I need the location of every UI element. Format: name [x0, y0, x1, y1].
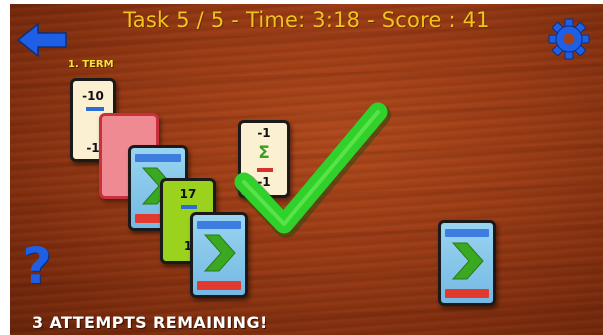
hud-status: Task 5 / 5 - Time: 3:18 - Score : 41: [10, 8, 603, 32]
card-top-value: 17: [179, 187, 197, 201]
card-band-top: [445, 229, 489, 237]
card-blue-bar: [181, 205, 197, 209]
back-button[interactable]: [16, 22, 68, 58]
card-band-bottom: [197, 281, 241, 290]
hud-separator: -: [224, 8, 246, 32]
face-down-card[interactable]: [190, 212, 248, 298]
card-band-top: [197, 221, 241, 229]
card-band-bottom: [445, 289, 489, 298]
face-down-card[interactable]: [438, 220, 496, 306]
attempts-remaining: 3 ATTEMPTS REMAINING!: [32, 313, 268, 332]
card-red-bar: [257, 168, 273, 172]
back-arrow-icon: [16, 22, 67, 58]
card-bottom-value: -1: [257, 175, 271, 189]
target-card[interactable]: -1 Σ -1: [238, 120, 290, 198]
card-blue-bar: [86, 107, 104, 111]
timer: Time: 3:18: [245, 8, 361, 32]
game-screen: Task 5 / 5 - Time: 3:18 - Score : 41 1. …: [0, 0, 603, 335]
sigma-symbol: Σ: [258, 143, 270, 163]
task-counter: Task 5 / 5: [123, 8, 225, 32]
gear-icon: [548, 18, 590, 60]
chevron-icon: [203, 234, 236, 272]
score: Score : 41: [381, 8, 490, 32]
settings-button[interactable]: [548, 18, 590, 60]
card-top-value: -1: [257, 126, 271, 140]
game-board: Task 5 / 5 - Time: 3:18 - Score : 41 1. …: [10, 4, 603, 335]
chevron-icon: [451, 242, 484, 280]
term-label: 1. TERM: [68, 59, 114, 70]
help-button[interactable]: ?: [20, 238, 54, 294]
card-top-value: -10: [82, 89, 104, 103]
card-band-top: [135, 154, 181, 162]
hud-separator: -: [360, 8, 382, 32]
